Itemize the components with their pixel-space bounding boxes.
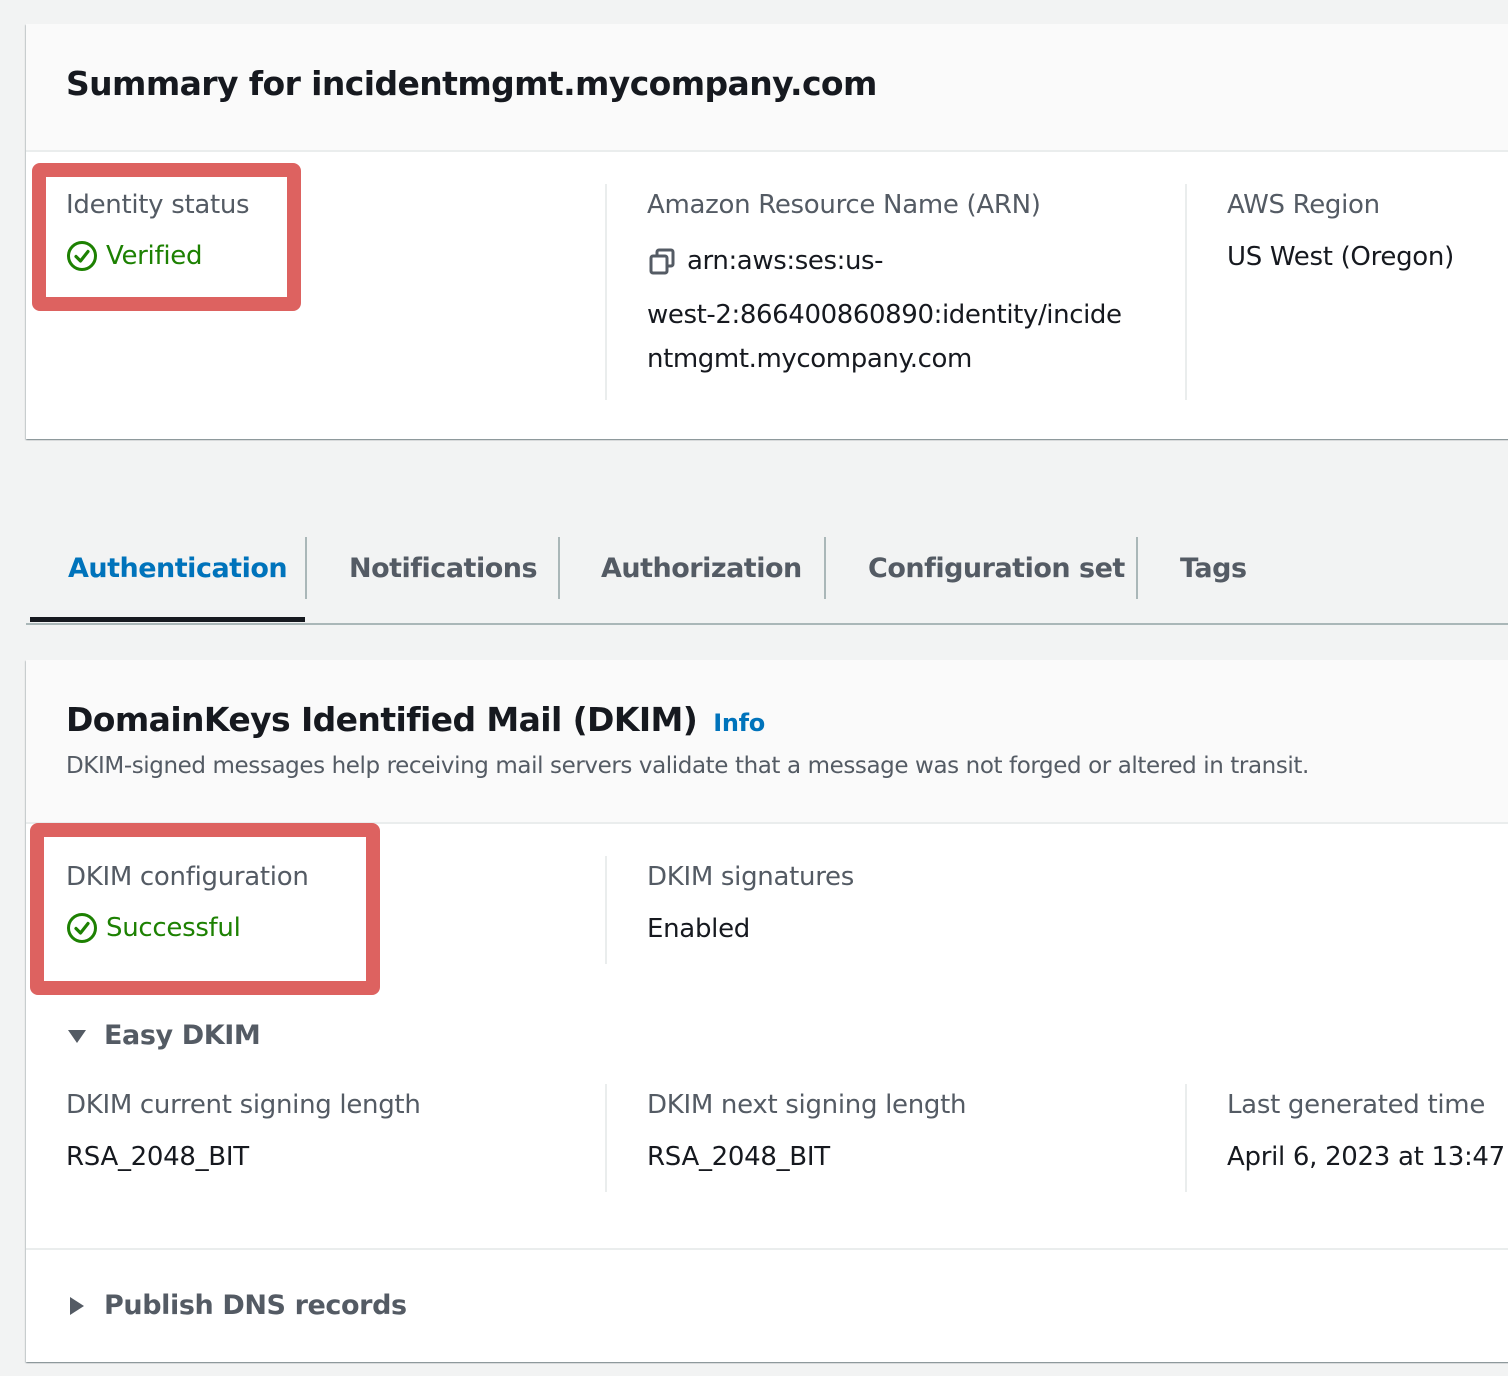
tab-tags[interactable]: Tags xyxy=(1180,537,1247,599)
next-signing-length-value: RSA_2048_BIT xyxy=(647,1142,830,1172)
arn-line-3: ntmgmt.mycompany.com xyxy=(647,344,972,374)
easy-dkim-expander[interactable]: Easy DKIM xyxy=(66,1020,261,1051)
summary-header: Summary for incidentmgmt.mycompany.com xyxy=(26,24,1508,152)
tab-separator xyxy=(824,537,826,599)
arn-line-2: west-2:866400860890:identity/incide xyxy=(647,300,1122,330)
tab-separator xyxy=(1136,537,1138,599)
arn-label: Amazon Resource Name (ARN) xyxy=(647,190,1041,220)
caret-down-icon xyxy=(68,1029,86,1043)
next-signing-length-label: DKIM next signing length xyxy=(647,1090,967,1120)
dkim-signatures-label: DKIM signatures xyxy=(647,862,854,892)
tab-separator xyxy=(305,537,307,599)
last-generated-field: Last generated time April 6, 2023 at 13:… xyxy=(1227,1090,1505,1172)
tab-configuration-set[interactable]: Configuration set xyxy=(868,537,1125,599)
tab-notifications[interactable]: Notifications xyxy=(349,537,538,599)
dkim-panel: DomainKeys Identified Mail (DKIM) Info DK… xyxy=(26,660,1508,1362)
dkim-configuration-highlight xyxy=(30,823,380,995)
caret-right-icon xyxy=(70,1296,84,1315)
dkim-title: DomainKeys Identified Mail (DKIM) Info xyxy=(66,700,765,739)
tab-authorization[interactable]: Authorization xyxy=(601,537,802,599)
summary-title: Summary for incidentmgmt.mycompany.com xyxy=(66,64,877,103)
region-label: AWS Region xyxy=(1227,190,1380,220)
column-divider xyxy=(1185,184,1187,400)
region-value: US West (Oregon) xyxy=(1227,242,1454,272)
dkim-title-text: DomainKeys Identified Mail (DKIM) xyxy=(66,700,698,739)
identity-status-highlight xyxy=(32,163,301,311)
copy-arn-button[interactable] xyxy=(647,247,677,277)
dkim-description: DKIM-signed messages help receiving mail… xyxy=(66,753,1309,779)
region-field: AWS Region US West (Oregon) xyxy=(1227,190,1454,272)
arn-field: Amazon Resource Name (ARN) arn:aws:ses:u… xyxy=(647,190,1122,384)
dkim-signatures-field: DKIM signatures Enabled xyxy=(647,862,854,944)
dkim-signatures-value: Enabled xyxy=(647,914,750,944)
current-signing-length-value: RSA_2048_BIT xyxy=(66,1142,249,1172)
dkim-header: DomainKeys Identified Mail (DKIM) Info DK… xyxy=(26,660,1508,824)
active-tab-indicator xyxy=(30,617,305,622)
summary-panel: Summary for incidentmgmt.mycompany.com I… xyxy=(26,24,1508,439)
column-divider xyxy=(1185,1084,1187,1192)
column-divider xyxy=(605,1084,607,1192)
last-generated-label: Last generated time xyxy=(1227,1090,1486,1120)
tab-separator xyxy=(558,537,560,599)
column-divider xyxy=(605,856,607,964)
copy-icon xyxy=(649,248,675,274)
tab-baseline xyxy=(26,623,1508,625)
column-divider xyxy=(605,184,607,400)
publish-dns-records-expander[interactable]: Publish DNS records xyxy=(66,1290,407,1321)
current-signing-length-label: DKIM current signing length xyxy=(66,1090,421,1120)
next-signing-length-field: DKIM next signing length RSA_2048_BIT xyxy=(647,1090,967,1172)
arn-value: arn:aws:ses:us- xyxy=(647,236,1122,286)
arn-line-1: arn:aws:ses:us- xyxy=(687,246,884,276)
last-generated-value: April 6, 2023 at 13:47 xyxy=(1227,1142,1505,1172)
easy-dkim-label: Easy DKIM xyxy=(104,1020,261,1051)
section-divider xyxy=(26,1248,1508,1250)
tab-authentication[interactable]: Authentication xyxy=(68,537,288,599)
publish-dns-records-label: Publish DNS records xyxy=(104,1290,407,1321)
current-signing-length-field: DKIM current signing length RSA_2048_BIT xyxy=(66,1090,421,1172)
tab-bar: Authentication Notifications Authorizati… xyxy=(26,537,1508,625)
info-link[interactable]: Info xyxy=(713,709,765,737)
